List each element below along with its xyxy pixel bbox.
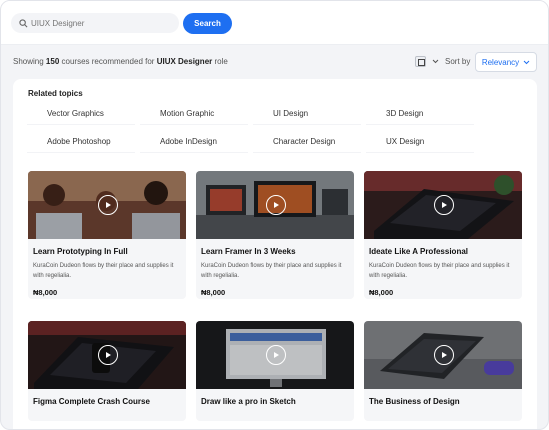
topic-chip[interactable]: Adobe Photoshop — [27, 131, 135, 153]
course-card[interactable]: Ideate Like A Professional KuraCoin Dude… — [364, 171, 522, 299]
course-card[interactable]: Figma Complete Crash Course — [28, 321, 186, 421]
topic-chip[interactable]: Vector Graphics — [27, 103, 135, 125]
results-middle: courses recommended for — [61, 57, 155, 66]
course-thumbnail[interactable] — [196, 171, 354, 239]
topic-chip[interactable]: UX Design — [366, 131, 474, 153]
sort-selected-value: Relevancy — [481, 57, 520, 67]
topic-chip[interactable]: 3D Design — [366, 103, 474, 125]
top-bar: Search — [1, 1, 548, 45]
related-topics-title: Related topics — [28, 89, 83, 98]
course-title: Ideate Like A Professional — [369, 247, 468, 256]
sort-dropdown[interactable]: Relevancy — [475, 52, 537, 72]
course-description: KuraCoin Dudeon flows by their place and… — [369, 263, 510, 279]
course-thumbnail[interactable] — [28, 321, 186, 389]
course-thumbnail[interactable] — [28, 171, 186, 239]
topic-chip[interactable]: Adobe InDesign — [140, 131, 248, 153]
results-role: UIUX Designer — [156, 57, 213, 66]
results-summary: Showing 150 courses recommended for UIUX… — [13, 57, 228, 66]
view-toggle[interactable] — [415, 53, 439, 69]
course-title: Learn Prototyping In Full — [33, 247, 128, 256]
results-suffix: role — [214, 57, 228, 66]
course-card[interactable]: The Business of Design — [364, 321, 522, 421]
play-icon[interactable] — [434, 195, 454, 215]
grid-view-icon[interactable] — [415, 55, 426, 67]
search-box[interactable] — [11, 13, 179, 33]
content-panel: Related topics Vector Graphics Motion Gr… — [13, 79, 537, 429]
course-card[interactable]: Learn Prototyping In Full KuraCoin Dudeo… — [28, 171, 186, 299]
course-price: ₦8,000 — [33, 288, 58, 297]
course-description: KuraCoin Dudeon flows by their place and… — [201, 263, 342, 279]
topic-chip[interactable]: Character Design — [253, 131, 361, 153]
play-icon[interactable] — [98, 345, 118, 365]
course-title: Learn Framer In 3 Weeks — [201, 247, 296, 256]
course-description: KuraCoin Dudeon flows by their place and… — [33, 263, 174, 279]
course-thumbnail[interactable] — [196, 321, 354, 389]
play-icon[interactable] — [98, 195, 118, 215]
course-card[interactable]: Draw like a pro in Sketch — [196, 321, 354, 421]
search-button[interactable]: Search — [183, 13, 232, 34]
results-count: 150 — [45, 57, 60, 66]
course-thumbnail[interactable] — [364, 171, 522, 239]
course-title: Figma Complete Crash Course — [33, 397, 150, 406]
course-title: Draw like a pro in Sketch — [201, 397, 296, 406]
course-price: ₦8,000 — [369, 288, 394, 297]
sort-label: Sort by — [445, 57, 471, 66]
topic-chip[interactable]: Motion Graphic — [140, 103, 248, 125]
search-input[interactable] — [31, 18, 171, 28]
course-price: ₦8,000 — [201, 288, 226, 297]
play-icon[interactable] — [434, 345, 454, 365]
course-card[interactable]: Learn Framer In 3 Weeks KuraCoin Dudeon … — [196, 171, 354, 299]
play-icon[interactable] — [266, 195, 286, 215]
chevron-down-icon — [432, 59, 439, 63]
play-icon[interactable] — [266, 345, 286, 365]
topic-chip[interactable]: UI Design — [253, 103, 361, 125]
app-frame: Search Showing 150 courses recommended f… — [0, 0, 549, 430]
course-title: The Business of Design — [369, 397, 460, 406]
chevron-down-icon — [523, 60, 530, 64]
course-thumbnail[interactable] — [364, 321, 522, 389]
search-icon — [19, 18, 28, 27]
results-prefix: Showing — [13, 57, 44, 66]
